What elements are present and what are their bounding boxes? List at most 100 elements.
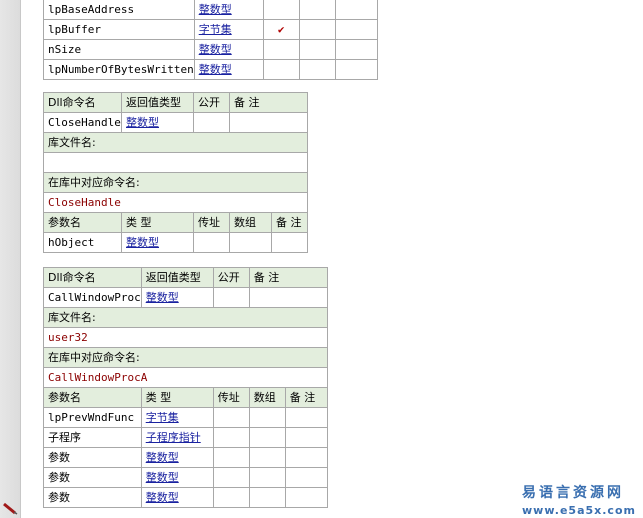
array-cell[interactable] xyxy=(298,19,336,40)
param-type-header: 类 型 xyxy=(140,387,214,408)
byref-cell[interactable] xyxy=(262,0,300,20)
byref-header: 传址 xyxy=(212,387,250,408)
entry-name-value-cell[interactable]: CloseHandle xyxy=(43,192,308,213)
note-cell[interactable] xyxy=(284,427,328,448)
array-cell[interactable] xyxy=(248,427,286,448)
array-cell[interactable] xyxy=(248,407,286,428)
table-row[interactable]: 参数 整数型 xyxy=(43,447,328,468)
param-header-row: 参数名 类 型 传址 数组 备 注 xyxy=(43,387,328,408)
array-cell[interactable] xyxy=(298,59,336,80)
note-cell[interactable] xyxy=(334,59,378,80)
public-cell[interactable] xyxy=(212,287,250,308)
prev-dll-param-table: lpBaseAddress 整数型 lpBuffer 字节集 ✔ nSize 整… xyxy=(43,0,378,80)
byref-cell[interactable] xyxy=(262,59,300,80)
param-type-cell[interactable]: 整数型 xyxy=(193,0,264,20)
array-cell[interactable] xyxy=(298,0,336,20)
array-header: 数组 xyxy=(248,387,286,408)
dll-name-header: Dll命令名 xyxy=(43,267,142,288)
table-row[interactable]: lpPrevWndFunc 字节集 xyxy=(43,407,328,428)
byref-cell[interactable] xyxy=(212,487,250,508)
byref-cell[interactable] xyxy=(212,427,250,448)
note-cell[interactable] xyxy=(334,0,378,20)
param-name-cell[interactable]: lpBaseAddress xyxy=(43,0,195,20)
param-name-cell[interactable]: lpBuffer xyxy=(43,19,195,40)
public-header: 公开 xyxy=(212,267,250,288)
return-type-cell[interactable]: 整数型 xyxy=(121,112,194,133)
dll-command-row[interactable]: CloseHandle 整数型 xyxy=(43,112,308,133)
library-value-cell[interactable]: user32 xyxy=(43,327,328,348)
byref-cell[interactable] xyxy=(212,447,250,468)
param-note-header: 备 注 xyxy=(271,212,308,233)
note-cell[interactable] xyxy=(334,19,378,40)
library-label: 库文件名: xyxy=(43,307,328,328)
array-cell[interactable] xyxy=(229,232,272,253)
note-cell[interactable] xyxy=(284,467,328,488)
byref-cell[interactable] xyxy=(262,39,300,60)
note-header: 备 注 xyxy=(229,92,308,113)
table-row[interactable]: 参数 整数型 xyxy=(43,487,328,508)
dll-command-table-closehandle: Dll命令名 返回值类型 公开 备 注 CloseHandle 整数型 库文件名… xyxy=(43,92,308,253)
dll-header-row: Dll命令名 返回值类型 公开 备 注 xyxy=(43,92,308,113)
param-type-cell[interactable]: 整数型 xyxy=(193,59,264,80)
byref-check-icon[interactable]: ✔ xyxy=(262,19,300,40)
param-type-header: 类 型 xyxy=(121,212,194,233)
public-cell[interactable] xyxy=(193,112,230,133)
param-type-cell[interactable]: 整数型 xyxy=(121,232,194,253)
table-row[interactable]: hObject 整数型 xyxy=(43,232,308,253)
note-cell[interactable] xyxy=(334,39,378,60)
param-name-cell[interactable]: 参数 xyxy=(43,467,142,488)
watermark-title: 易语言资源网 xyxy=(522,485,624,501)
array-cell[interactable] xyxy=(248,447,286,468)
array-cell[interactable] xyxy=(248,467,286,488)
table-row[interactable]: nSize 整数型 xyxy=(43,39,378,60)
param-name-cell[interactable]: 子程序 xyxy=(43,427,142,448)
table-row[interactable]: lpBaseAddress 整数型 xyxy=(43,0,378,20)
entry-name-label: 在库中对应命令名: xyxy=(43,172,308,193)
note-cell[interactable] xyxy=(284,407,328,428)
param-name-cell[interactable]: nSize xyxy=(43,39,195,60)
param-name-cell[interactable]: lpNumberOfBytesWritten xyxy=(43,59,195,80)
byref-cell[interactable] xyxy=(212,407,250,428)
byref-cell[interactable] xyxy=(193,232,230,253)
note-cell[interactable] xyxy=(271,232,308,253)
param-type-cell[interactable]: 整数型 xyxy=(193,39,264,60)
public-header: 公开 xyxy=(193,92,230,113)
table-row[interactable]: 参数 整数型 xyxy=(43,467,328,488)
param-name-cell[interactable]: 参数 xyxy=(43,487,142,508)
param-type-cell[interactable]: 字节集 xyxy=(193,19,264,40)
entry-name-value-cell[interactable]: CallWindowProcA xyxy=(43,367,328,388)
note-cell[interactable] xyxy=(284,447,328,468)
byref-header: 传址 xyxy=(193,212,230,233)
return-type-header: 返回值类型 xyxy=(121,92,194,113)
site-watermark: 易语言资源网 www.e5a5x.com xyxy=(522,482,636,517)
param-type-cell[interactable]: 整数型 xyxy=(140,447,214,468)
library-label: 库文件名: xyxy=(43,132,308,153)
dll-command-row[interactable]: CallWindowProc 整数型 xyxy=(43,287,328,308)
byref-cell[interactable] xyxy=(212,467,250,488)
dll-command-table-callwindowproc: Dll命令名 返回值类型 公开 备 注 CallWindowProc 整数型 库… xyxy=(43,267,328,508)
array-cell[interactable] xyxy=(248,487,286,508)
array-cell[interactable] xyxy=(298,39,336,60)
table-row[interactable]: lpBuffer 字节集 ✔ xyxy=(43,19,378,40)
param-type-cell[interactable]: 字节集 xyxy=(140,407,214,428)
dll-name-header: Dll命令名 xyxy=(43,92,122,113)
table-row[interactable]: 子程序 子程序指针 xyxy=(43,427,328,448)
note-cell[interactable] xyxy=(229,112,308,133)
editor-gutter xyxy=(0,0,21,518)
library-value-cell[interactable] xyxy=(43,152,308,173)
note-cell[interactable] xyxy=(248,287,328,308)
param-type-cell[interactable]: 子程序指针 xyxy=(140,427,214,448)
param-name-cell[interactable]: lpPrevWndFunc xyxy=(43,407,142,428)
dll-name-cell[interactable]: CloseHandle xyxy=(43,112,122,133)
param-type-cell[interactable]: 整数型 xyxy=(140,487,214,508)
param-name-cell[interactable]: 参数 xyxy=(43,447,142,468)
table-row[interactable]: lpNumberOfBytesWritten 整数型 xyxy=(43,59,378,80)
param-name-cell[interactable]: hObject xyxy=(43,232,122,253)
note-cell[interactable] xyxy=(284,487,328,508)
pencil-icon xyxy=(3,502,18,515)
dll-header-row: Dll命令名 返回值类型 公开 备 注 xyxy=(43,267,328,288)
param-type-cell[interactable]: 整数型 xyxy=(140,467,214,488)
dll-name-cell[interactable]: CallWindowProc xyxy=(43,287,142,308)
return-type-cell[interactable]: 整数型 xyxy=(140,287,214,308)
param-header-row: 参数名 类 型 传址 数组 备 注 xyxy=(43,212,308,233)
